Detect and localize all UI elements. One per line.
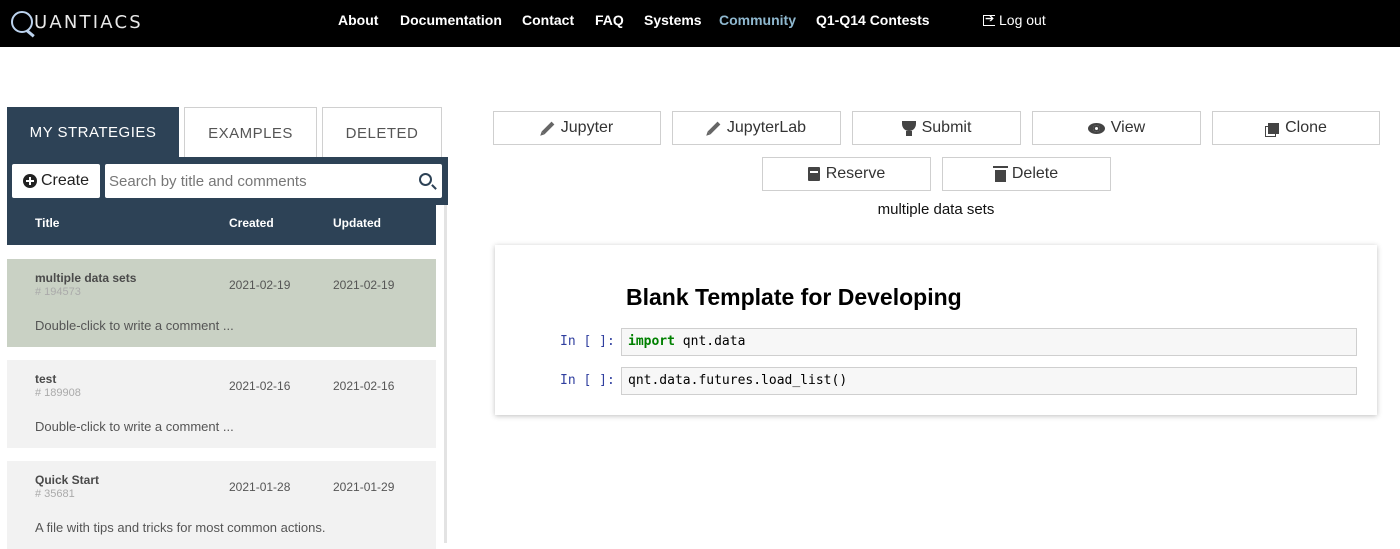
notebook-heading: Blank Template for Developing <box>626 284 962 310</box>
strategy-title: multiple data sets <box>35 271 137 285</box>
nav-contests[interactable]: Q1-Q14 Contests <box>816 12 930 28</box>
strategy-id: # 194573 <box>35 286 81 298</box>
plus-circle-icon <box>22 174 37 188</box>
trash-icon <box>992 165 1008 182</box>
strategy-comment[interactable]: A file with tips and tricks for most com… <box>35 520 325 535</box>
cell-prompt: In [ ]: <box>560 373 615 388</box>
jupyter-button[interactable]: Jupyter <box>493 111 661 145</box>
tab-my-strategies[interactable]: MY STRATEGIES <box>7 107 179 158</box>
strategy-row[interactable]: test # 189908 2021-02-16 2021-02-16 Doub… <box>7 360 436 448</box>
eye-icon <box>1087 122 1105 134</box>
column-header-title[interactable]: Title <box>35 216 59 230</box>
notebook-preview: Blank Template for Developing In [ ]: im… <box>495 245 1377 415</box>
nav-about[interactable]: About <box>338 12 378 28</box>
strategy-created-date: 2021-02-16 <box>229 379 291 393</box>
nav-contact[interactable]: Contact <box>522 12 574 28</box>
nav-documentation[interactable]: Documentation <box>400 12 502 28</box>
strategy-id: # 35681 <box>35 488 75 500</box>
logout-label: Log out <box>999 12 1046 28</box>
column-header-updated[interactable]: Updated <box>333 216 381 230</box>
list-scrollbar[interactable] <box>444 205 447 543</box>
book-icon <box>807 167 820 181</box>
quantiacs-logo[interactable]: UANTIACS <box>11 9 143 35</box>
strategy-comment[interactable]: Double-click to write a comment ... <box>35 419 234 434</box>
logo-q-mark <box>11 11 33 33</box>
pencil-icon <box>707 121 721 135</box>
search-icon[interactable] <box>419 173 432 186</box>
logout-icon <box>983 12 995 26</box>
strategy-comment[interactable]: Double-click to write a comment ... <box>35 318 234 333</box>
trophy-icon <box>901 121 916 136</box>
strategy-title: Quick Start <box>35 473 100 487</box>
strategy-id: # 189908 <box>35 387 81 399</box>
strategy-updated-date: 2021-01-29 <box>333 480 395 494</box>
cell-prompt: In [ ]: <box>560 334 615 349</box>
code-keyword: import <box>628 334 675 349</box>
pencil-icon <box>541 121 555 135</box>
strategy-row[interactable]: Quick Start # 35681 2021-01-28 2021-01-2… <box>7 461 436 549</box>
jupyterlab-label: JupyterLab <box>726 119 807 136</box>
column-header-created[interactable]: Created <box>229 216 274 230</box>
clone-label: Clone <box>1285 119 1327 136</box>
strategy-created-date: 2021-01-28 <box>229 480 291 494</box>
tab-examples[interactable]: EXAMPLES <box>184 107 317 158</box>
search-input[interactable] <box>109 166 409 196</box>
clone-icon <box>1268 122 1280 134</box>
code-cell[interactable]: import qnt.data <box>621 328 1357 356</box>
nav-faq[interactable]: FAQ <box>595 12 624 28</box>
create-button[interactable]: Create <box>12 164 100 198</box>
logo-text: UANTIACS <box>34 11 143 33</box>
code-cell[interactable]: qnt.data.futures.load_list() <box>621 367 1357 395</box>
view-label: View <box>1110 119 1146 136</box>
selected-strategy-name: multiple data sets <box>877 201 995 218</box>
jupyterlab-button[interactable]: JupyterLab <box>672 111 841 145</box>
submit-button[interactable]: Submit <box>852 111 1021 145</box>
strategy-updated-date: 2021-02-16 <box>333 379 395 393</box>
strategy-created-date: 2021-02-19 <box>229 278 291 292</box>
strategy-title: test <box>35 372 57 386</box>
tab-deleted[interactable]: DELETED <box>322 107 442 158</box>
submit-label: Submit <box>921 119 972 136</box>
nav-systems[interactable]: Systems <box>644 12 702 28</box>
create-label: Create <box>40 172 90 189</box>
jupyter-label: Jupyter <box>560 119 614 136</box>
search-box <box>105 164 442 198</box>
clone-button[interactable]: Clone <box>1212 111 1380 145</box>
strategy-row[interactable]: multiple data sets # 194573 2021-02-19 2… <box>7 259 436 347</box>
delete-label: Delete <box>1011 165 1059 182</box>
nav-community[interactable]: Community <box>719 12 796 28</box>
logout-link[interactable]: Log out <box>983 12 1046 28</box>
code-text: qnt.data <box>674 334 746 349</box>
strategy-updated-date: 2021-02-19 <box>333 278 395 292</box>
delete-button[interactable]: Delete <box>942 157 1111 191</box>
reserve-label: Reserve <box>825 165 886 182</box>
top-nav-bar: UANTIACS About Documentation Contact FAQ… <box>0 0 1400 47</box>
view-button[interactable]: View <box>1032 111 1201 145</box>
reserve-button[interactable]: Reserve <box>762 157 931 191</box>
